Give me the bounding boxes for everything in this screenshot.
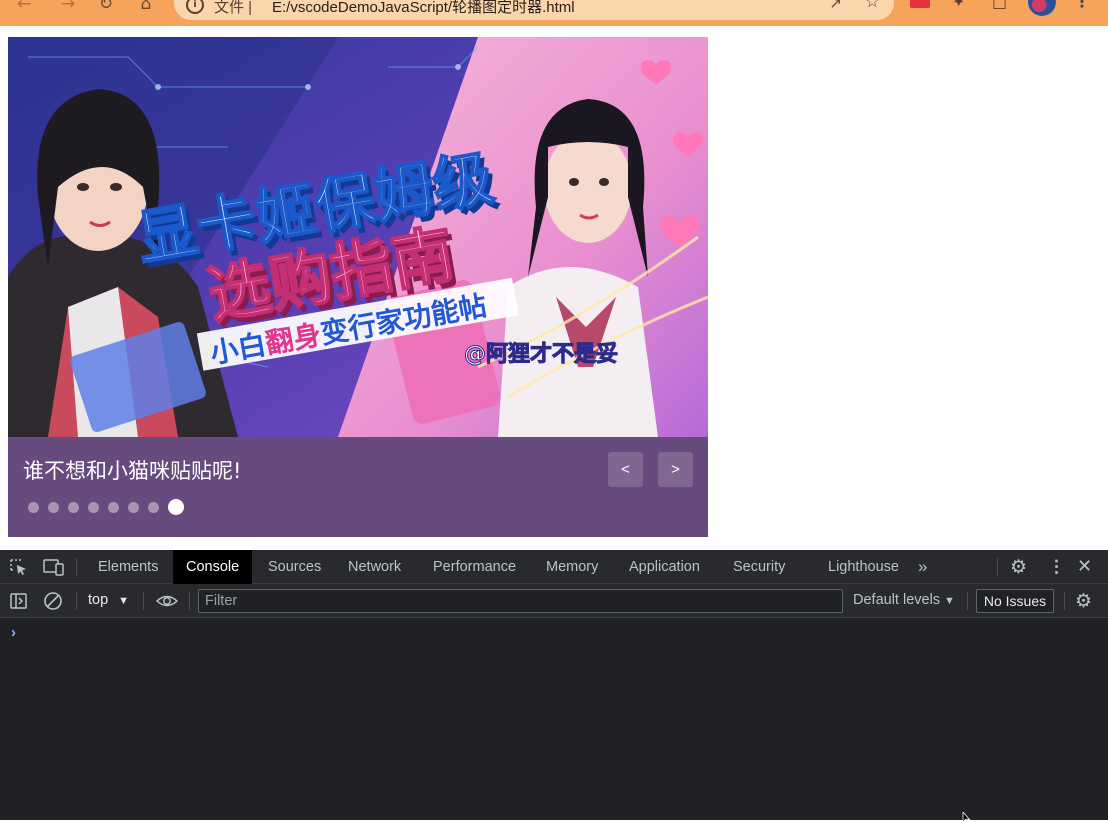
tab-security[interactable]: Security	[733, 550, 785, 584]
settings-icon[interactable]: ⚙	[1010, 556, 1027, 579]
console-settings-icon[interactable]: ⚙	[1075, 590, 1092, 613]
toolbar-divider	[189, 592, 190, 610]
tab-elements[interactable]: Elements	[98, 550, 158, 584]
more-tabs-icon[interactable]: »	[918, 557, 927, 577]
toolbar-divider	[143, 592, 144, 610]
star-icon[interactable]: ☆	[865, 0, 880, 12]
back-icon[interactable]: ←	[12, 0, 36, 16]
devtools-panel: Elements Console Sources Network Perform…	[0, 550, 1108, 820]
share-icon[interactable]: ↗	[829, 0, 842, 12]
browser-toolbar: ← → ↻ ⌂ i 文件 | E:/vscodeDemoJavaScript/轮…	[0, 0, 1108, 26]
puzzle-icon[interactable]: ✦	[952, 0, 965, 11]
device-toggle-icon[interactable]	[42, 558, 66, 576]
menu-icon[interactable]: ⋮	[1074, 0, 1090, 11]
tab-network[interactable]: Network	[348, 550, 401, 584]
context-label: top	[88, 592, 109, 608]
issues-button[interactable]: No Issues	[976, 589, 1054, 613]
carousel-dot[interactable]	[48, 501, 59, 513]
tab-memory[interactable]: Memory	[546, 550, 598, 584]
extension-icon[interactable]	[910, 0, 930, 8]
dropdown-arrow-icon: ▼	[118, 595, 130, 607]
slide-artwork: 显卡姬保姆级 显卡姬保姆级 选购指南 选购指南 小白翻身变行家功能帖 @阿狸才不…	[8, 37, 708, 437]
close-icon[interactable]: ✕	[1077, 556, 1092, 577]
tab-sources[interactable]: Sources	[268, 550, 321, 584]
kebab-icon[interactable]: ⋮	[1048, 557, 1065, 577]
carousel-dot[interactable]	[168, 499, 184, 515]
carousel-dot[interactable]	[108, 501, 119, 513]
devtools-tab-bar: Elements Console Sources Network Perform…	[0, 550, 1108, 584]
home-icon[interactable]: ⌂	[134, 0, 158, 16]
toolbar-divider	[967, 592, 968, 610]
carousel-dot[interactable]	[68, 501, 79, 513]
filter-field[interactable]	[198, 589, 843, 613]
toolbar-divider	[997, 558, 998, 576]
tab-performance[interactable]: Performance	[433, 550, 516, 584]
mouse-cursor-icon	[962, 812, 972, 822]
avatar[interactable]	[1028, 0, 1056, 16]
carousel-dot[interactable]	[128, 501, 139, 513]
tab-application[interactable]: Application	[629, 550, 700, 584]
log-levels-dropdown[interactable]: Default levels ▼	[853, 592, 955, 608]
window-icon[interactable]: □	[992, 0, 1007, 11]
info-icon[interactable]: i	[186, 0, 204, 14]
url-text[interactable]: E:/vscodeDemoJavaScript/轮播图定时器.html	[272, 0, 575, 17]
slide-caption: 谁不想和小猫咪贴贴呢!	[23, 459, 242, 483]
forward-icon[interactable]: →	[56, 0, 80, 16]
filter-input[interactable]	[199, 590, 842, 612]
prev-button[interactable]: <	[608, 452, 643, 487]
eye-icon[interactable]	[155, 591, 179, 611]
console-toolbar: top▼ Default levels▼ No Issues ⚙	[0, 584, 1108, 618]
slide-caption-bar: 谁不想和小猫咪贴贴呢! < >	[8, 437, 708, 537]
carousel-dot[interactable]	[28, 501, 39, 513]
toolbar-divider	[1064, 592, 1065, 610]
carousel-indicators	[28, 499, 184, 515]
svg-text:@阿狸才不是妥: @阿狸才不是妥	[464, 341, 618, 367]
log-levels-label: Default levels	[853, 592, 941, 608]
url-protocol: 文件 |	[214, 0, 253, 16]
carousel-dot[interactable]	[88, 501, 99, 513]
context-selector[interactable]: top ▼	[88, 592, 129, 608]
clear-icon[interactable]	[42, 591, 64, 611]
toolbar-divider	[76, 592, 77, 610]
reload-icon[interactable]: ↻	[94, 0, 118, 16]
address-bar[interactable]: i 文件 | E:/vscodeDemoJavaScript/轮播图定时器.ht…	[174, 0, 894, 20]
inspect-icon[interactable]	[9, 558, 29, 576]
carousel: 显卡姬保姆级 显卡姬保姆级 选购指南 选购指南 小白翻身变行家功能帖 @阿狸才不…	[8, 37, 708, 537]
tab-lighthouse[interactable]: Lighthouse	[828, 550, 899, 584]
dropdown-arrow-icon: ▼	[944, 595, 955, 607]
next-button[interactable]: >	[658, 452, 693, 487]
tab-console[interactable]: Console	[173, 550, 253, 584]
console-prompt[interactable]: ›	[11, 624, 16, 641]
carousel-dot[interactable]	[148, 501, 159, 513]
sidebar-icon[interactable]	[9, 592, 29, 610]
slide-image: 显卡姬保姆级 显卡姬保姆级 选购指南 选购指南 小白翻身变行家功能帖 @阿狸才不…	[8, 37, 708, 437]
toolbar-divider	[76, 558, 77, 576]
